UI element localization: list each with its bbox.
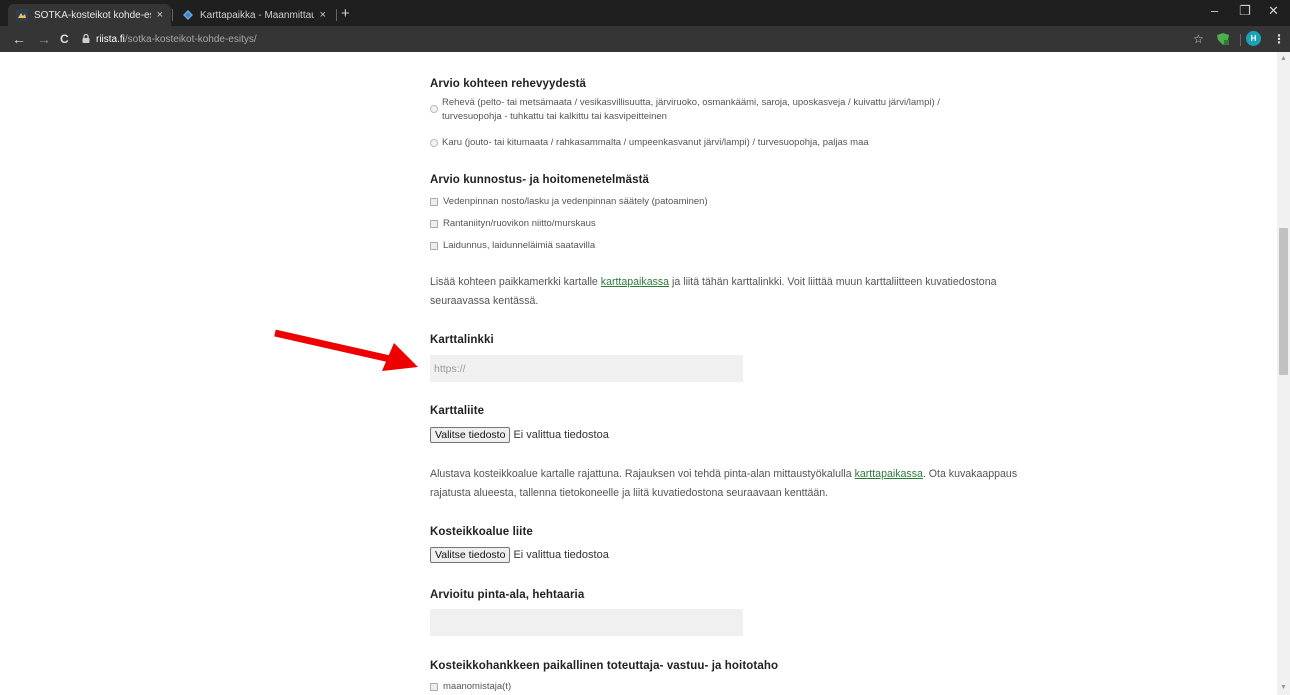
radio-button[interactable] [430,139,438,147]
info-text: Alustava kosteikkoalue kartalle rajattun… [430,468,855,480]
option-label: Rantaniityn/ruovikon niitto/murskaus [443,218,596,229]
kartta-info-text: Lisää kohteen paikkamerkki kartalle kart… [430,273,1080,311]
karttaliite-label: Karttaliite [430,405,485,417]
scrollbar-thumb[interactable] [1279,228,1288,375]
kosteikkoalue-liite-label: Kosteikkoalue liite [430,526,533,538]
reload-icon[interactable]: C [60,31,69,47]
tab-sotka-kosteikot[interactable]: SOTKA-kosteikot kohde-esitys - × [8,4,171,26]
address-bar-row: ← → C riista.fi /sotka-kosteikot-kohde-e… [0,26,1290,52]
browser-menu-icon[interactable]: ⋮ [1273,32,1285,46]
pinta-ala-input[interactable] [430,609,743,636]
info-text: Lisää kohteen paikkamerkki kartalle [430,276,601,288]
option-label: maanomistaja(t) [443,681,512,692]
kunnostus-heading: Arvio kunnostus- ja hoitomenetelmästä [430,174,650,186]
rehevyys-option-karu[interactable]: Karu (jouto- tai kitumaata / rahkasammal… [430,136,869,150]
lock-icon [82,33,90,45]
tab-title: Karttapaikka - Maanmittauslaitos [200,9,314,21]
url-field[interactable]: riista.fi /sotka-kosteikot-kohde-esitys/ [82,30,1212,48]
karttaliite-file-input[interactable]: Valitse tiedosto Ei valittua tiedostoa [430,427,609,443]
toteuttaja-heading: Kosteikkohankkeen paikallinen toteuttaja… [430,660,779,672]
option-label: Karu (jouto- tai kitumaata / rahkasammal… [442,137,869,148]
choose-file-button[interactable]: Valitse tiedosto [430,547,511,563]
toteuttaja-option[interactable]: maanomistaja(t) [430,680,511,694]
info-text: . Ota kuvakaappaus [922,468,1018,480]
maximize-icon[interactable]: ❐ [1239,3,1251,19]
karttapaikka-link[interactable]: karttapaikassa [601,276,669,288]
option-label-continued: turvesuopohja - tuhkattu tai kalkittu ta… [442,111,667,122]
karttalinkki-label: Karttalinkki [430,334,494,346]
karttapaikka-link[interactable]: karttapaikassa [855,468,923,480]
minimize-icon[interactable]: – [1211,3,1218,18]
close-window-icon[interactable]: ✕ [1268,3,1279,19]
checkbox[interactable] [430,242,438,250]
rehevyys-heading: Arvio kohteen rehevyydestä [430,78,586,90]
rehevyys-option-reheva[interactable]: Rehevä (pelto- tai metsämaata / vesikasv… [430,96,940,124]
kunnostus-option[interactable]: Rantaniityn/ruovikon niitto/murskaus [430,217,596,231]
info-text: rajatusta alueesta, tallenna tietokoneel… [430,487,829,499]
info-text: seuraavassa kentässä. [430,295,539,307]
maanmittauslaitos-favicon-icon [182,9,194,21]
info-text: ja liitä tähän karttalinkki. Voit liittä… [669,276,997,288]
browser-tab-strip: SOTKA-kosteikot kohde-esitys - × Karttap… [0,0,1290,26]
pinta-ala-label: Arvioitu pinta-ala, hehtaaria [430,589,585,601]
option-label: Rehevä (pelto- tai metsämaata / vesikasv… [442,97,940,108]
new-tab-icon[interactable]: + [341,5,350,22]
file-status: Ei valittua tiedostoa [513,549,609,561]
option-label: Laidunnus, laidunneläimiä saatavilla [443,240,596,251]
tab-close-icon[interactable]: × [157,9,163,21]
file-status: Ei valittua tiedostoa [513,429,609,441]
forward-arrow-icon[interactable]: → [37,31,51,47]
checkbox[interactable] [430,198,438,206]
kosteikkoalue-file-input[interactable]: Valitse tiedosto Ei valittua tiedostoa [430,547,609,563]
toolbar-divider [1240,34,1241,46]
option-label: Vedenpinnan nosto/lasku ja vedenpinnan s… [443,196,708,207]
choose-file-button[interactable]: Valitse tiedosto [430,427,511,443]
riista-favicon-icon [16,9,28,21]
kunnostus-option[interactable]: Vedenpinnan nosto/lasku ja vedenpinnan s… [430,195,708,209]
url-path: /sotka-kosteikot-kohde-esitys/ [124,33,257,45]
bookmark-star-icon[interactable]: ☆ [1193,32,1204,46]
tab-divider [172,9,173,21]
scroll-down-icon[interactable]: ▼ [1280,684,1287,691]
radio-button[interactable] [430,105,438,113]
back-arrow-icon[interactable]: ← [12,31,26,47]
tab-divider [336,9,337,21]
vertical-scrollbar[interactable]: ▲ ▼ [1277,52,1290,695]
profile-avatar[interactable]: H [1246,31,1261,46]
input-placeholder: https:// [434,362,466,375]
tab-close-icon[interactable]: × [320,9,326,21]
extension-icon[interactable] [1216,32,1230,46]
tab-title: SOTKA-kosteikot kohde-esitys - [34,9,151,21]
url-host: riista.fi [96,33,125,45]
karttalinkki-input[interactable]: https:// [430,355,743,382]
scroll-up-icon[interactable]: ▲ [1280,55,1287,62]
rajaus-info-text: Alustava kosteikkoalue kartalle rajattun… [430,465,1080,503]
tab-karttapaikka[interactable]: Karttapaikka - Maanmittauslaitos × [174,4,334,26]
checkbox[interactable] [430,220,438,228]
kunnostus-option[interactable]: Laidunnus, laidunneläimiä saatavilla [430,239,595,253]
page-viewport: Arvio kohteen rehevyydestä Rehevä (pelto… [0,52,1290,695]
checkbox[interactable] [430,683,438,691]
red-arrow-annotation-icon [274,329,418,371]
